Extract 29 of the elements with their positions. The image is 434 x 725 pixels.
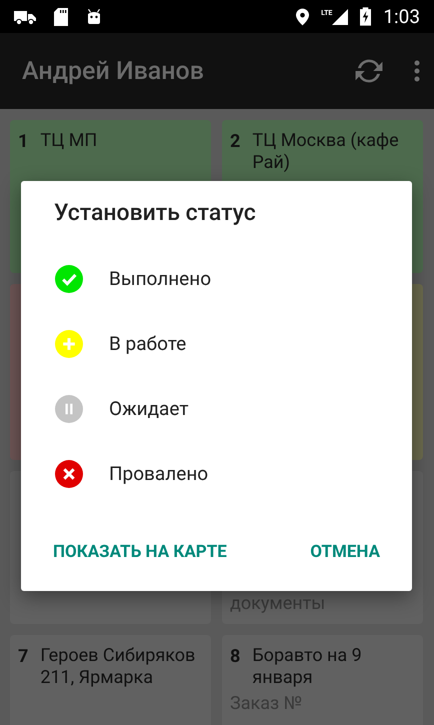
more-options-button[interactable] — [414, 60, 420, 82]
status-option[interactable]: Провалено — [21, 441, 412, 506]
clock-time: 1:03 — [383, 5, 420, 28]
card-title: ТЦ МП — [40, 130, 98, 152]
status-option[interactable]: В работе — [21, 311, 412, 376]
card-title: Героев Сибиряков 211, Ярмарка — [40, 645, 196, 689]
dialog-button[interactable]: ПОКАЗАТЬ НА КАРТЕ — [53, 536, 227, 568]
check-circle-icon — [55, 264, 83, 292]
card-number: 8 — [230, 645, 240, 668]
dialog-button[interactable]: ОТМЕНА — [310, 536, 380, 568]
sd-card-icon — [54, 8, 68, 26]
card-number: 2 — [230, 130, 240, 153]
card-title: Боравто на 9 января — [252, 645, 363, 689]
battery-charging-icon — [360, 7, 372, 26]
truck-icon — [14, 8, 36, 24]
card-number: 7 — [18, 645, 28, 668]
dialog-title: Установить статус — [53, 199, 257, 226]
card-number: 1 — [18, 130, 28, 153]
plus-circle-icon — [55, 330, 83, 358]
cross-circle-icon — [55, 460, 83, 488]
signal-icon — [332, 8, 348, 24]
status-option[interactable]: Ожидает — [21, 376, 412, 441]
robot-icon — [86, 8, 102, 24]
location-pin-icon — [296, 8, 310, 26]
card-title: ТЦ Москва (кафе Рай) — [252, 130, 400, 174]
app-title: Андрей Иванов — [22, 56, 204, 86]
pause-circle-icon — [55, 394, 83, 422]
status-option[interactable]: Выполнено — [21, 246, 412, 311]
more-vertical-icon — [414, 60, 420, 82]
